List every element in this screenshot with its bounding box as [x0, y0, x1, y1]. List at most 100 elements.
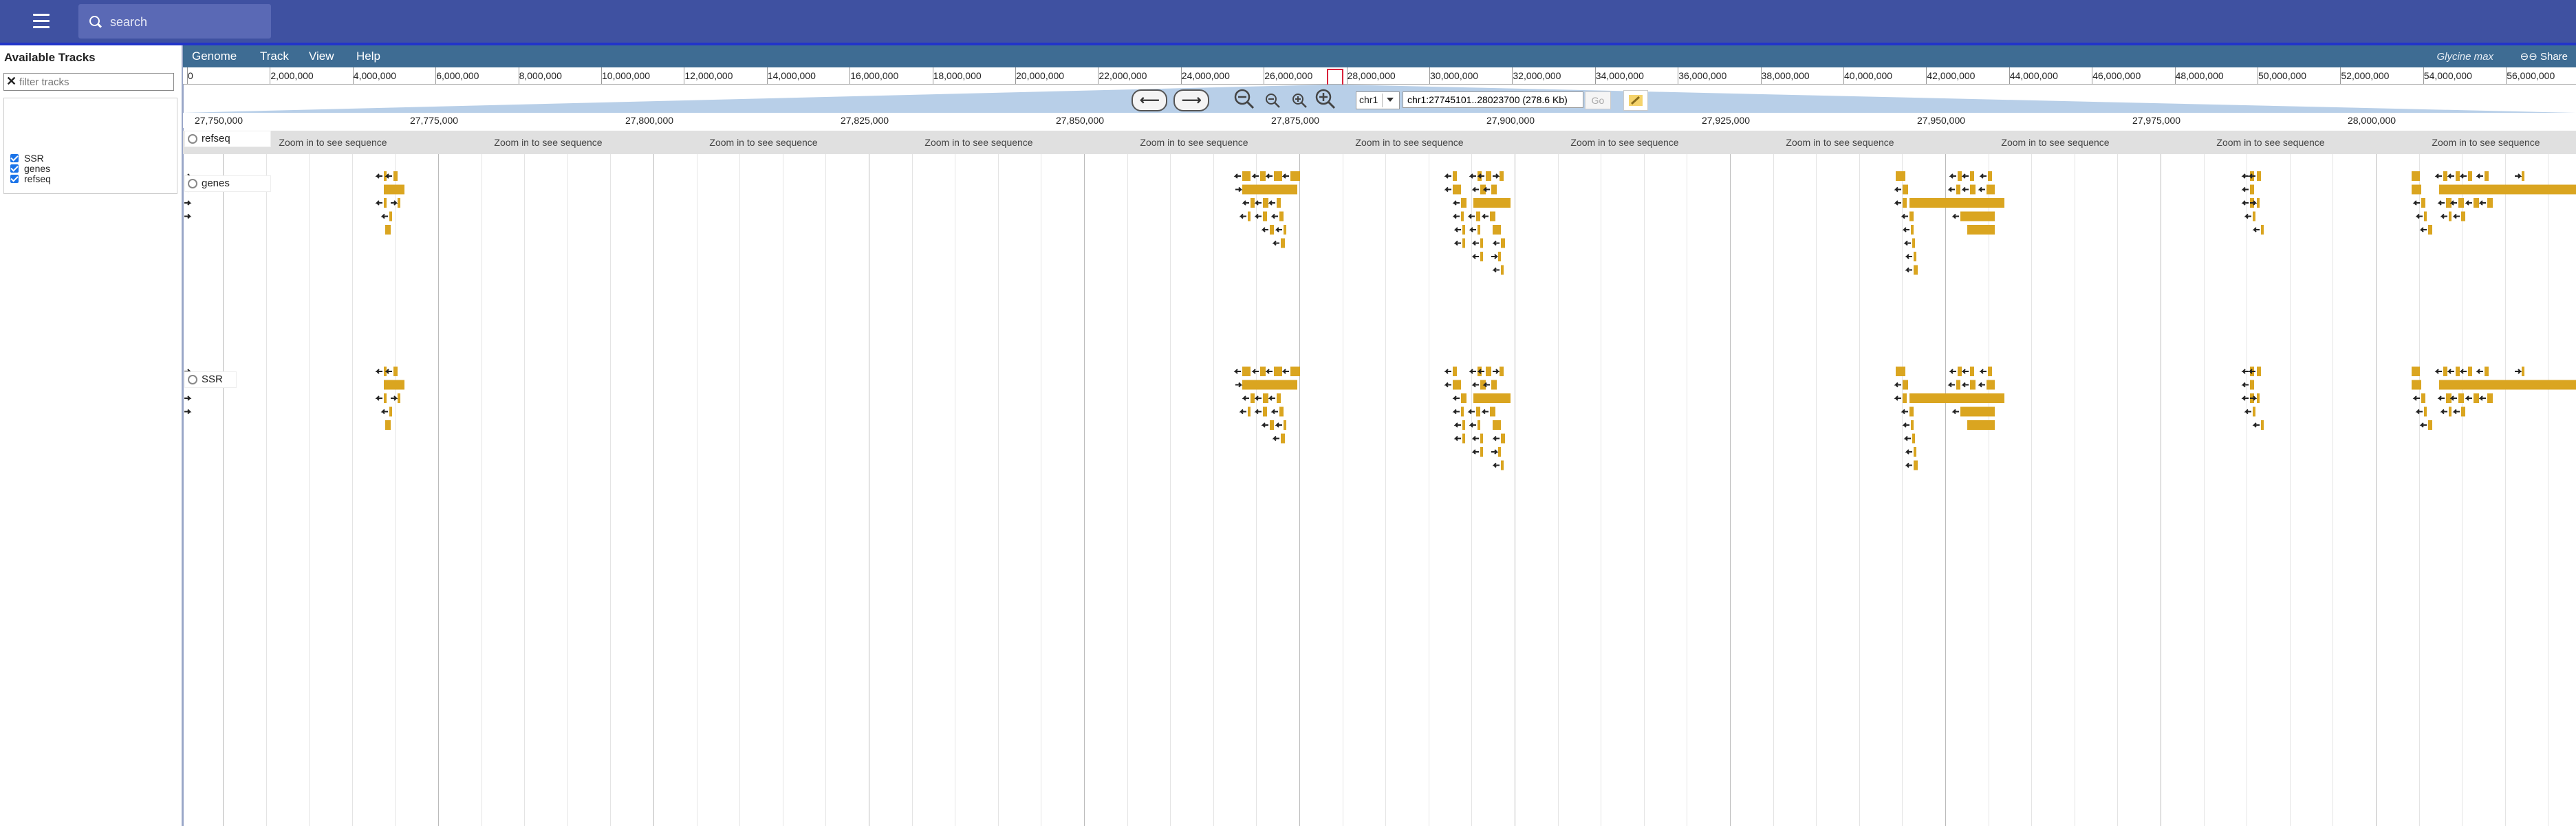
feature-block[interactable] — [1988, 367, 1992, 376]
feature-block[interactable] — [1912, 433, 1915, 444]
track-checkbox-ssr[interactable] — [10, 154, 19, 162]
feature-block[interactable] — [384, 380, 404, 390]
feature-block[interactable] — [2487, 393, 2493, 403]
feature-block[interactable] — [1277, 198, 1281, 208]
overview-ruler[interactable]: 0 2,000,000 4,000,000 6,000,000 8,000,000 10,… — [183, 67, 2576, 85]
feature-block[interactable] — [384, 198, 387, 208]
feature-block[interactable] — [2261, 420, 2264, 430]
feature-block[interactable] — [2468, 367, 2472, 376]
feature-block[interactable] — [1967, 211, 1995, 221]
feature-block[interactable] — [1462, 238, 1465, 248]
feature-block[interactable] — [1987, 184, 1995, 195]
feature-block[interactable] — [2456, 171, 2460, 181]
feature-block[interactable] — [1281, 433, 1285, 444]
feature-block[interactable] — [1911, 225, 1914, 235]
feature-block[interactable] — [2443, 171, 2447, 181]
feature-block[interactable] — [1248, 211, 1251, 221]
feature-block[interactable] — [1461, 393, 1466, 403]
feature-block[interactable] — [2250, 184, 2254, 195]
feature-block[interactable] — [2468, 171, 2472, 181]
feature-block[interactable] — [1281, 238, 1285, 248]
track-menu-icon[interactable] — [188, 179, 197, 188]
feature-block[interactable] — [1491, 380, 1497, 390]
filter-tracks-box[interactable]: ✕ — [3, 73, 174, 91]
feature-block[interactable] — [1480, 252, 1483, 261]
track-menu-icon[interactable] — [188, 375, 197, 384]
feature-block[interactable] — [1909, 393, 2004, 403]
pan-left-button[interactable]: ⟵ — [1132, 89, 1167, 111]
feature-block[interactable] — [1461, 406, 1464, 417]
feature-block[interactable] — [1914, 447, 1916, 457]
feature-block[interactable] — [1500, 171, 1504, 181]
feature-block[interactable] — [1960, 406, 1967, 417]
feature-block[interactable] — [1490, 211, 1495, 221]
feature-block[interactable] — [2458, 198, 2464, 208]
zoom-out-icon[interactable] — [1264, 92, 1281, 109]
feature-block[interactable] — [1290, 367, 1300, 376]
chromosome-select[interactable]: chr1 — [1356, 91, 1400, 109]
feature-block[interactable] — [1242, 380, 1297, 390]
feature-block[interactable] — [2428, 225, 2432, 235]
feature-block[interactable] — [2485, 171, 2489, 181]
menu-view[interactable]: View — [309, 50, 334, 63]
feature-block[interactable] — [2253, 211, 2255, 221]
feature-block[interactable] — [1251, 198, 1255, 208]
feature-block[interactable] — [393, 367, 398, 376]
feature-block[interactable] — [1914, 252, 1916, 261]
feature-block[interactable] — [1903, 184, 1908, 195]
feature-block[interactable] — [1462, 420, 1465, 430]
zoom-in-icon[interactable] — [1291, 92, 1308, 109]
feature-block[interactable] — [1909, 198, 2004, 208]
feature-block[interactable] — [1242, 184, 1297, 195]
feature-block[interactable] — [1453, 171, 1457, 181]
zoom-out-more-icon[interactable] — [1233, 88, 1255, 110]
feature-block[interactable] — [2487, 198, 2493, 208]
feature-block[interactable] — [1967, 406, 1995, 417]
feature-block[interactable] — [385, 420, 391, 430]
feature-block[interactable] — [1274, 367, 1282, 376]
feature-block[interactable] — [2257, 198, 2260, 208]
feature-block[interactable] — [1248, 406, 1251, 417]
feature-block[interactable] — [1500, 367, 1504, 376]
feature-block[interactable] — [2439, 184, 2576, 195]
feature-block[interactable] — [1270, 420, 1274, 430]
feature-block[interactable] — [384, 393, 387, 403]
feature-block[interactable] — [1903, 198, 1907, 208]
feature-block[interactable] — [1956, 184, 1960, 195]
feature-block[interactable] — [2424, 406, 2427, 417]
feature-block[interactable] — [1453, 380, 1461, 390]
feature-block[interactable] — [1970, 184, 1976, 195]
feature-block[interactable] — [1461, 198, 1466, 208]
feature-block[interactable] — [2421, 393, 2425, 403]
feature-block[interactable] — [2449, 406, 2451, 417]
feature-block[interactable] — [1480, 433, 1483, 444]
feature-block[interactable] — [1493, 420, 1501, 430]
feature-block[interactable] — [2412, 380, 2421, 390]
overview-location-marker[interactable] — [1327, 69, 1343, 87]
feature-block[interactable] — [2449, 211, 2451, 221]
feature-block[interactable] — [2261, 225, 2264, 235]
feature-block[interactable] — [2257, 367, 2261, 376]
feature-block[interactable] — [1914, 265, 1918, 275]
feature-block[interactable] — [1279, 406, 1284, 417]
feature-block[interactable] — [1970, 171, 1974, 181]
feature-block[interactable] — [393, 171, 398, 181]
feature-block[interactable] — [1490, 406, 1495, 417]
feature-block[interactable] — [2474, 198, 2479, 208]
feature-block[interactable] — [1486, 367, 1491, 376]
search-input[interactable] — [109, 12, 263, 32]
feature-block[interactable] — [2461, 211, 2465, 221]
feature-block[interactable] — [1970, 367, 1974, 376]
feature-block[interactable] — [1290, 171, 1300, 181]
feature-block[interactable] — [2474, 393, 2479, 403]
filter-tracks-input[interactable] — [18, 75, 172, 89]
feature-block[interactable] — [1967, 225, 1995, 235]
feature-block[interactable] — [2522, 367, 2524, 376]
feature-block[interactable] — [1473, 198, 1511, 208]
feature-block[interactable] — [1498, 252, 1501, 261]
feature-block[interactable] — [1453, 184, 1461, 195]
feature-block[interactable] — [1958, 367, 1962, 376]
feature-block[interactable] — [2443, 367, 2447, 376]
feature-block[interactable] — [1478, 420, 1480, 430]
feature-block[interactable] — [1987, 380, 1995, 390]
